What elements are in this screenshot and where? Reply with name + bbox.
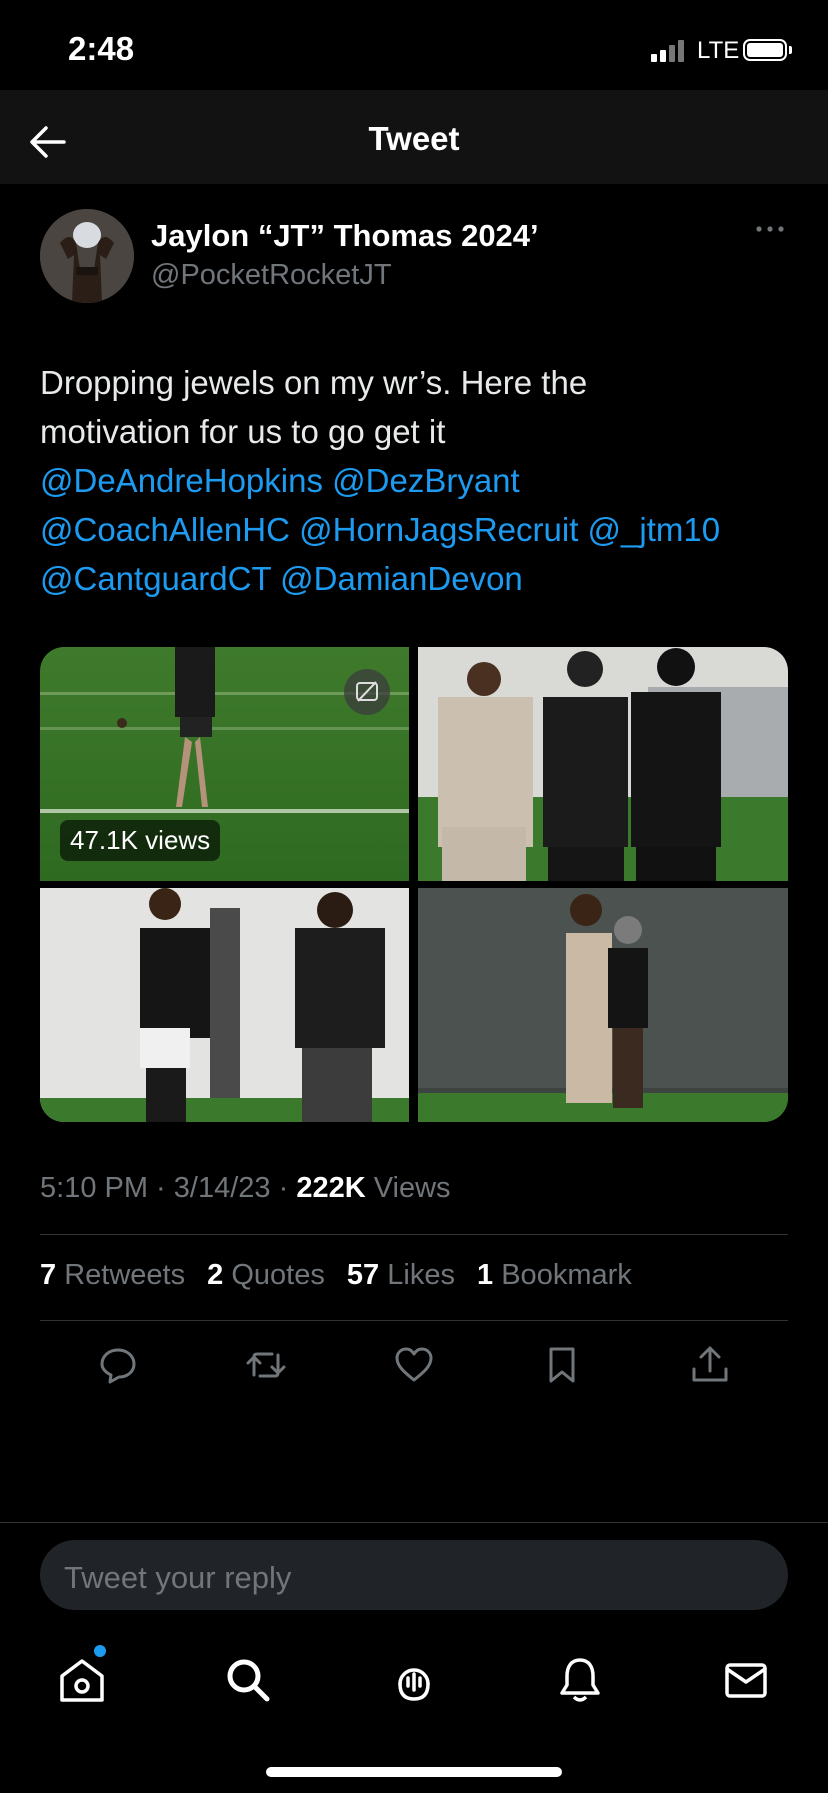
spaces-icon[interactable] (388, 1654, 440, 1706)
bookmark-icon[interactable] (540, 1343, 584, 1387)
views-label: Views (373, 1172, 451, 1204)
bookmarks-stat[interactable]: 1 Bookmark (477, 1259, 632, 1291)
media-grid: 47.1K views (40, 647, 788, 1122)
reply-icon[interactable] (96, 1343, 140, 1387)
mention-link[interactable]: @HornJagsRecruit (299, 511, 578, 548)
divider (40, 1234, 788, 1235)
mention-link[interactable]: @CoachAllenHC (40, 511, 290, 548)
mention-link[interactable]: @_jtm10 (588, 511, 721, 548)
retweet-icon[interactable] (244, 1343, 288, 1387)
page-title: Tweet (368, 120, 460, 157)
more-icon[interactable] (755, 222, 785, 236)
notifications-icon[interactable] (554, 1654, 606, 1706)
views-count: 222K (296, 1172, 366, 1204)
author-handle[interactable]: @PocketRocketJT (151, 259, 392, 292)
likes-stat[interactable]: 57 Likes (347, 1259, 455, 1291)
divider (40, 1320, 788, 1321)
media-video[interactable]: 47.1K views (40, 647, 409, 881)
home-icon[interactable] (56, 1654, 108, 1706)
media-photo[interactable] (418, 888, 788, 1122)
reply-placeholder: Tweet your reply (64, 1560, 292, 1595)
tweet-meta: 5:10 PM · 3/14/23 · 222K Views (40, 1172, 451, 1204)
mention-link[interactable]: @DezBryant (332, 462, 520, 499)
status-time: 2:48 (68, 30, 135, 67)
signal-icon (651, 38, 689, 62)
network-label: LTE (697, 37, 740, 64)
messages-icon[interactable] (720, 1654, 772, 1706)
mention-link[interactable]: @CantguardCT (40, 560, 271, 597)
tweet-text-line: motivation for us to go get it (40, 413, 446, 450)
like-icon[interactable] (392, 1343, 436, 1387)
media-photo[interactable] (418, 647, 788, 881)
quotes-stat[interactable]: 2 Quotes (207, 1259, 325, 1291)
media-views-badge: 47.1K views (60, 820, 221, 861)
tweet-text-line: Dropping jewels on my wr’s. Here the (40, 364, 588, 401)
author-name[interactable]: Jaylon “JT” Thomas 2024’ (151, 218, 539, 254)
battery-nub (789, 46, 792, 54)
engagement-stats: 7 Retweets 2 Quotes 57 Likes 1 Bookmark (40, 1259, 646, 1292)
home-indicator (266, 1767, 562, 1777)
gif-icon (344, 669, 390, 715)
share-icon[interactable] (688, 1343, 732, 1387)
tweet-date: 3/14/23 (173, 1172, 271, 1204)
search-icon[interactable] (222, 1654, 274, 1706)
media-photo[interactable] (40, 888, 409, 1122)
reply-divider (0, 1522, 828, 1523)
retweets-stat[interactable]: 7 Retweets (40, 1259, 185, 1291)
mention-link[interactable]: @DeAndreHopkins (40, 462, 323, 499)
battery-icon (743, 39, 787, 61)
tweet-text: Dropping jewels on my wr’s. Here the mot… (40, 358, 800, 603)
avatar[interactable] (40, 209, 134, 303)
tweet-time: 5:10 PM (40, 1172, 148, 1204)
mention-link[interactable]: @DamianDevon (280, 560, 523, 597)
